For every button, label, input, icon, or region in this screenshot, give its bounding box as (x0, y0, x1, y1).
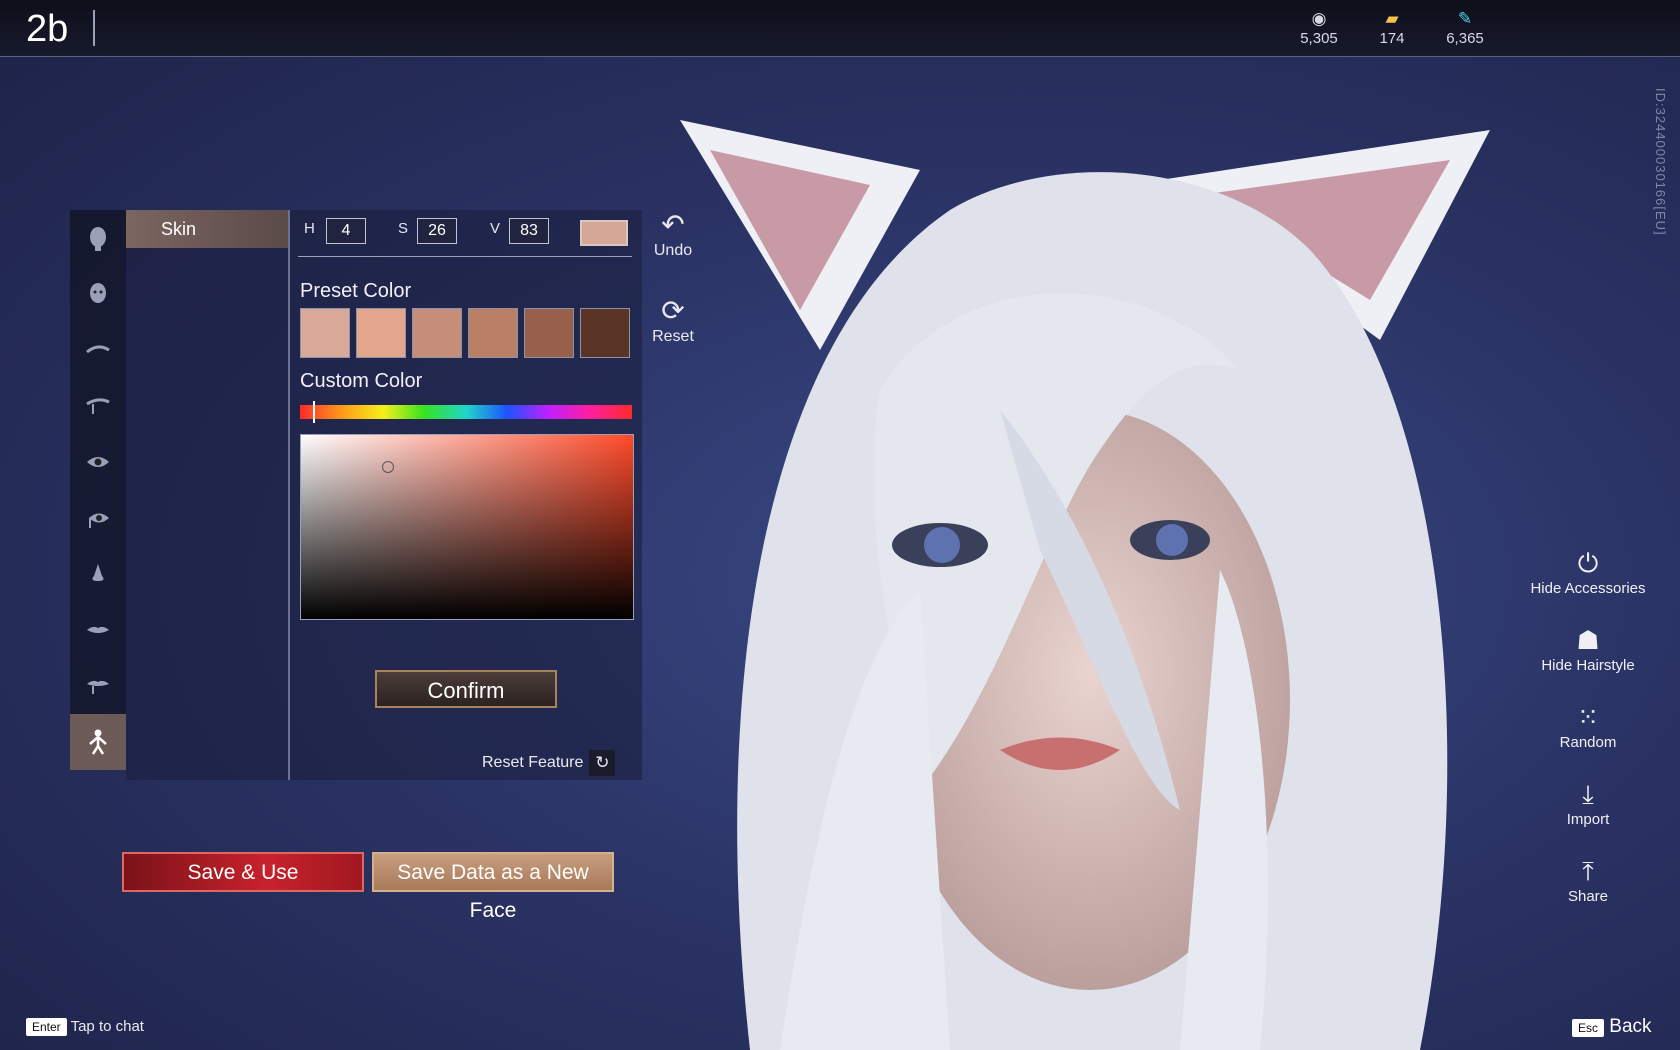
lips-icon (87, 626, 109, 633)
back-label: Back (1609, 1016, 1652, 1037)
preset-swatch[interactable] (524, 308, 574, 358)
s-label: S (398, 220, 409, 237)
share-label: Share (1567, 888, 1609, 905)
eyebrow-detail-icon (86, 398, 110, 414)
preset-swatch[interactable] (468, 308, 518, 358)
v-input[interactable]: 83 (509, 218, 549, 244)
top-bar: 2b ◉ 5,305 ▰ 174 ✎ 6,365 (0, 0, 1680, 57)
undo-button[interactable]: ↶ Undo (648, 208, 698, 260)
player-id: ID:324400030166[EU] (1653, 88, 1668, 236)
character-name: 2b (26, 8, 69, 50)
category-face-profile[interactable] (70, 266, 126, 322)
eye-detail-icon (89, 513, 109, 528)
category-eyebrows[interactable] (70, 322, 126, 378)
chat-label: Tap to chat (70, 1018, 144, 1035)
saturation-value-picker[interactable] (300, 434, 634, 620)
reset-button[interactable]: ⟳ Reset (648, 294, 698, 346)
save-and-use-button[interactable]: Save & Use (122, 852, 364, 892)
import-button[interactable]: ⤓ Import (1520, 777, 1656, 828)
sub-category-panel: Skin (126, 210, 288, 780)
preset-swatch[interactable] (580, 308, 630, 358)
gold-ticket-icon: ▰ (1385, 9, 1399, 28)
currency-value: 174 (1379, 30, 1405, 47)
lips-detail-icon (87, 680, 109, 694)
feather-icon: ✎ (1457, 9, 1473, 28)
category-bar (70, 210, 126, 770)
preset-swatch[interactable] (412, 308, 462, 358)
custom-color-label: Custom Color (300, 370, 423, 392)
category-lips-detail[interactable] (70, 658, 126, 714)
color-picker-cursor[interactable] (382, 461, 394, 473)
character-portrait (680, 120, 1490, 1050)
head-detail-icon (90, 283, 106, 303)
category-nose[interactable] (70, 546, 126, 602)
category-face-shape[interactable] (70, 210, 126, 266)
currency-gold: ▰ 174 (1357, 8, 1427, 47)
dice-icon: ⁙ (1577, 702, 1599, 732)
preset-swatch[interactable] (300, 308, 350, 358)
hide-hairstyle-button[interactable]: ☗ Hide Hairstyle (1520, 623, 1656, 674)
category-eye-detail[interactable] (70, 490, 126, 546)
hue-slider-handle[interactable] (313, 401, 315, 423)
reset-icon: ⟳ (661, 295, 685, 326)
eye-icon (87, 457, 109, 467)
reset-label: Reset (652, 328, 694, 345)
category-eyebrow-detail[interactable] (70, 378, 126, 434)
body-icon (89, 729, 107, 755)
reset-feature-button[interactable]: Reset Feature ↻ (482, 750, 616, 776)
sub-item-skin[interactable]: Skin (126, 210, 288, 248)
enter-key-badge: Enter (26, 1018, 67, 1036)
hsv-divider (298, 256, 632, 257)
hide-accessories-button[interactable]: ⏻ Hide Accessories (1520, 546, 1656, 597)
currency-value: 5,305 (1300, 30, 1338, 47)
category-body[interactable] (70, 714, 126, 770)
header-divider (93, 10, 95, 46)
silver-coin-icon: ◉ (1311, 9, 1327, 28)
category-mouth[interactable] (70, 602, 126, 658)
accessory-icon: ⏻ (1577, 548, 1599, 578)
share-button[interactable]: ⤒ Share (1520, 854, 1656, 905)
currency-value: 6,365 (1446, 30, 1484, 47)
random-button[interactable]: ⁙ Random (1520, 700, 1656, 751)
chat-hint[interactable]: Enter Tap to chat (26, 1018, 144, 1036)
currency-feather: ✎ 6,365 (1430, 8, 1500, 47)
eyebrow-icon (86, 345, 110, 354)
random-label: Random (1559, 734, 1617, 751)
nose-icon (92, 564, 104, 581)
save-as-new-face-button[interactable]: Save Data as a New Face (372, 852, 614, 922)
import-label: Import (1566, 811, 1610, 828)
reset-feature-label: Reset Feature (482, 754, 584, 771)
hide-hairstyle-label: Hide Hairstyle (1541, 657, 1635, 674)
hairstyle-icon: ☗ (1576, 625, 1600, 655)
undo-icon: ↶ (661, 209, 685, 240)
hue-slider[interactable] (300, 401, 632, 423)
v-label: V (490, 220, 501, 237)
upload-icon: ⤒ (1582, 856, 1594, 886)
undo-label: Undo (653, 242, 693, 259)
preset-swatch[interactable] (356, 308, 406, 358)
preset-color-label: Preset Color (300, 280, 412, 302)
h-input[interactable]: 4 (326, 218, 366, 244)
currency-silver: ◉ 5,305 (1284, 8, 1354, 47)
h-label: H (304, 220, 315, 237)
category-eyes[interactable] (70, 434, 126, 490)
confirm-button[interactable]: Confirm (375, 670, 557, 708)
current-color-swatch (580, 220, 628, 246)
reset-icon: ↻ (589, 750, 616, 776)
s-input[interactable]: 26 (417, 218, 457, 244)
back-button[interactable]: Esc Back (1572, 1016, 1652, 1038)
download-icon: ⤓ (1582, 779, 1594, 809)
hide-accessories-label: Hide Accessories (1530, 580, 1646, 597)
head-front-icon (90, 227, 106, 251)
esc-key-badge: Esc (1572, 1019, 1605, 1037)
color-panel: H 4 S 26 V 83 Preset Color Custom Color … (288, 210, 642, 780)
